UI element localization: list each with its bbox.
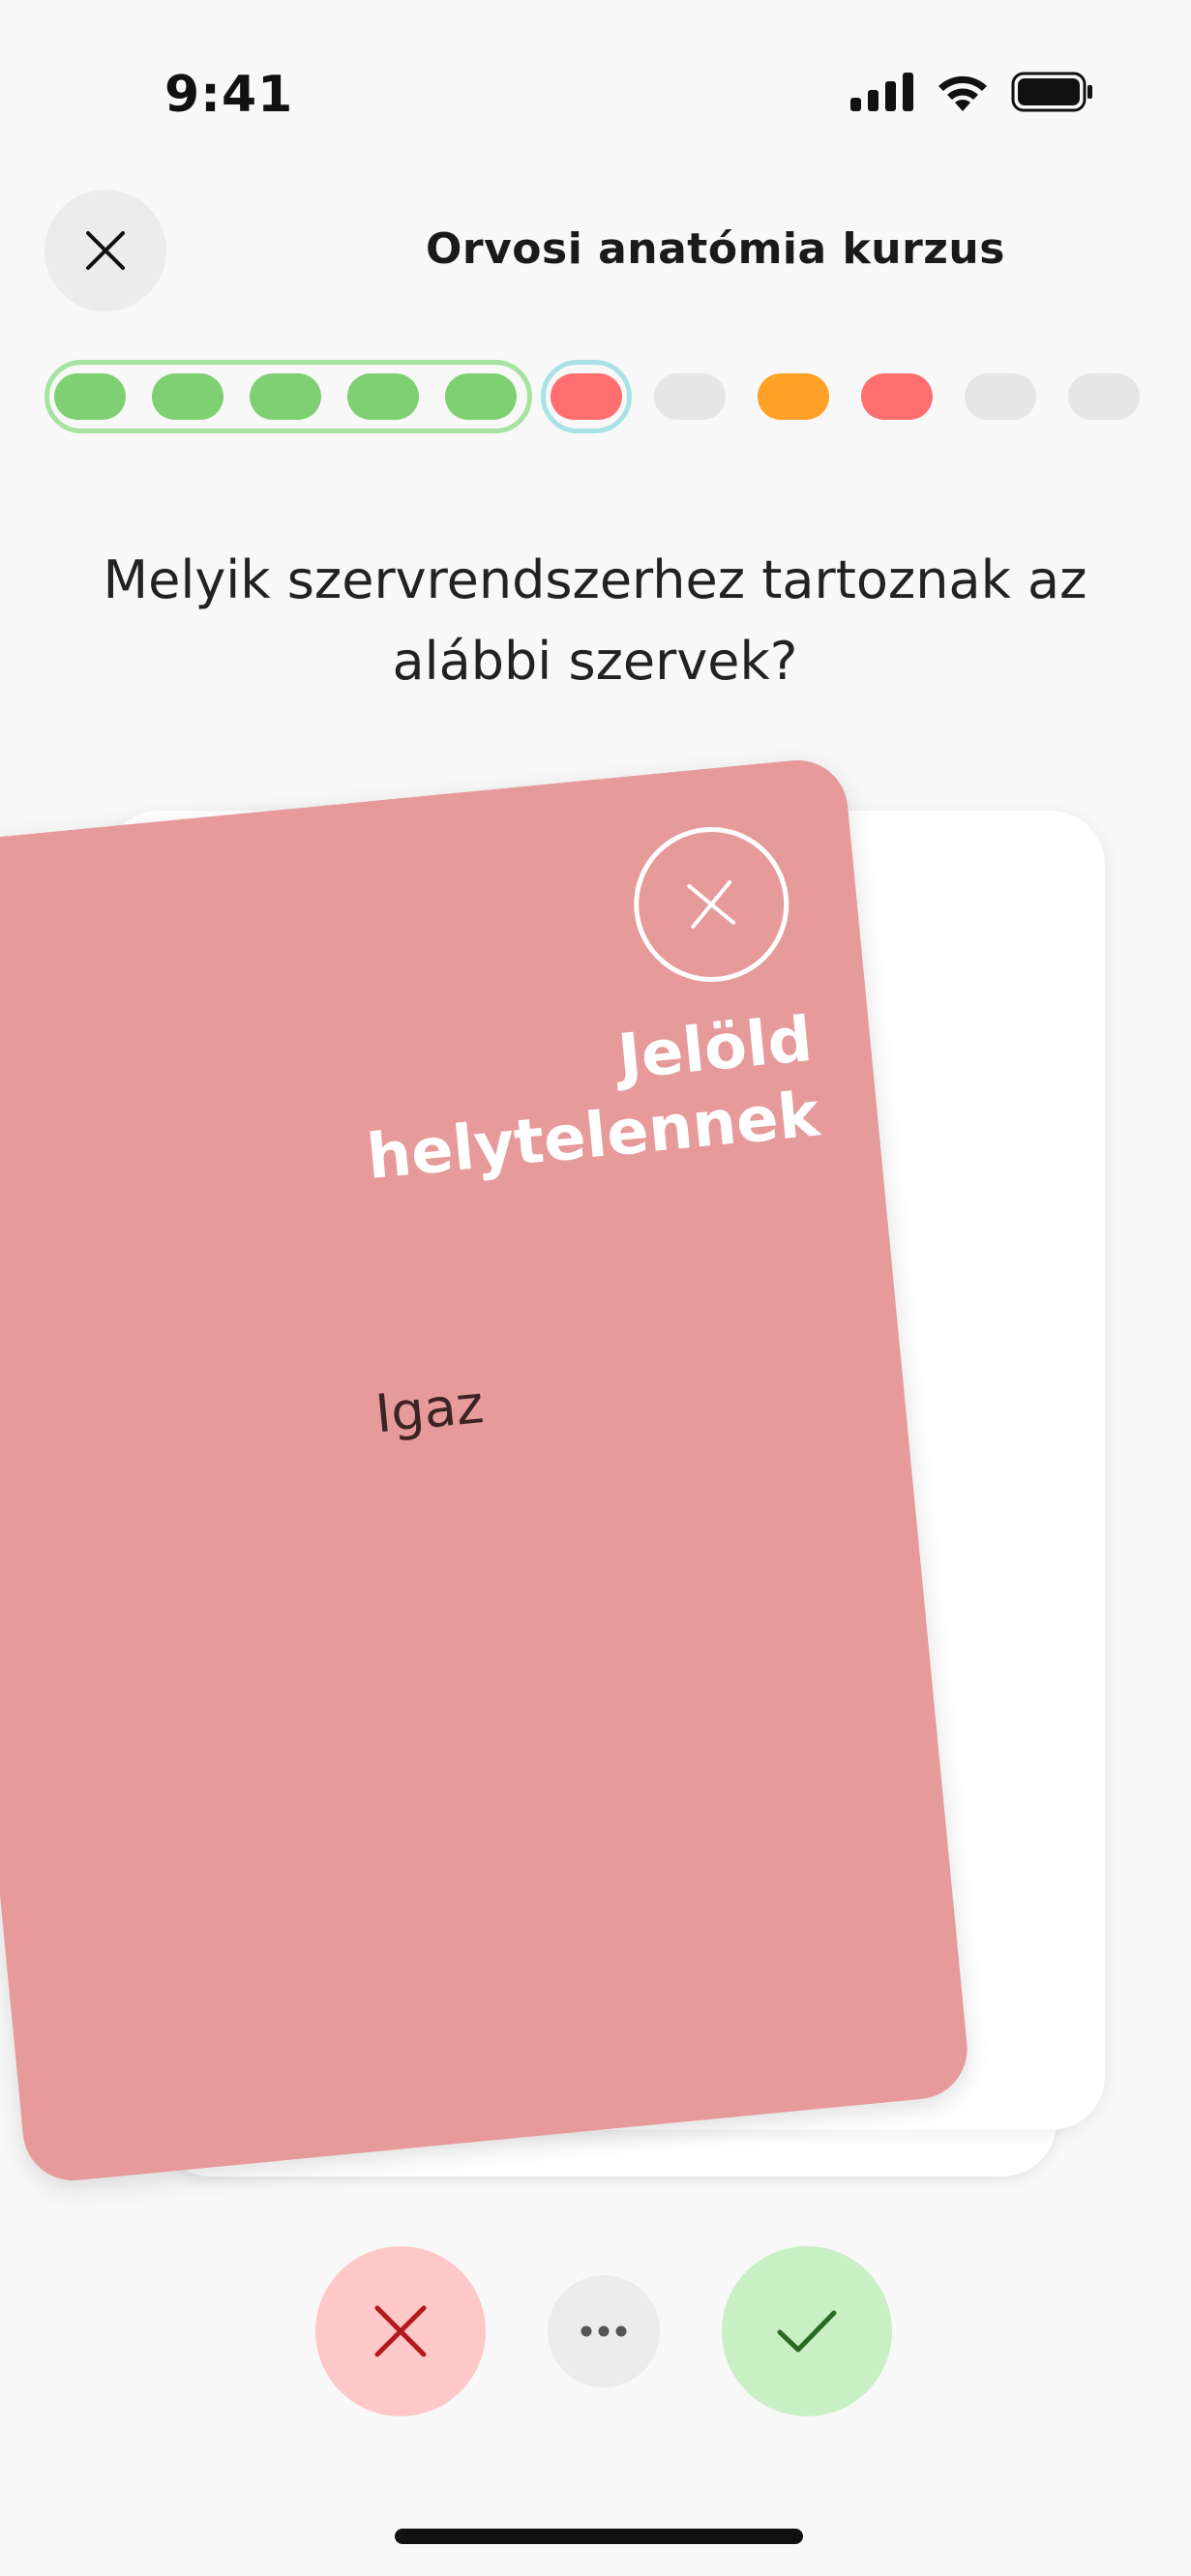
progress-step-correct (445, 373, 517, 420)
progress-step-wrong-current (551, 373, 622, 420)
close-icon (86, 231, 125, 270)
home-indicator[interactable] (395, 2529, 803, 2544)
mark-wrong-button[interactable] (315, 2246, 486, 2416)
status-time: 9:41 (164, 66, 294, 124)
progress-step-pending (1068, 373, 1140, 420)
mark-correct-button[interactable] (722, 2246, 892, 2416)
progress-step-correct (250, 373, 321, 420)
close-icon (687, 880, 736, 929)
progress-step-pending (965, 373, 1036, 420)
check-icon (777, 2310, 837, 2353)
status-icons (850, 72, 1094, 112)
progress-step-correct (347, 373, 419, 420)
mark-wrong-indicator (626, 819, 796, 990)
flashcard-screen: 9:41 Orvosi anatómia kurzus Melyik szerv… (0, 0, 1191, 2576)
wifi-icon (938, 75, 987, 111)
question-text: Melyik szervrendszerhez tartoznak az alá… (58, 540, 1132, 702)
progress-step-correct (54, 373, 126, 420)
progress-step-correct (152, 373, 223, 420)
card-answer-text: Igaz (372, 1374, 487, 1445)
question-line: alábbi szervek? (392, 631, 798, 692)
close-button[interactable] (45, 190, 166, 311)
question-progress (45, 360, 1147, 433)
progress-step-pending (654, 373, 726, 420)
question-line: Melyik szervrendszerhez tartoznak az (103, 549, 1087, 610)
battery-icon (1011, 72, 1092, 112)
more-icon (581, 2325, 627, 2337)
close-icon (374, 2305, 427, 2357)
signal-icon (850, 73, 913, 111)
answer-card[interactable]: Jelöld helytelennek Igaz (0, 755, 972, 2185)
course-title: Orvosi anatómia kurzus (426, 224, 1005, 274)
more-button[interactable] (548, 2275, 660, 2387)
progress-step-partial (758, 373, 829, 420)
swipe-hint-label: Jelöld helytelennek (269, 1002, 822, 1204)
progress-step-wrong (861, 373, 933, 420)
